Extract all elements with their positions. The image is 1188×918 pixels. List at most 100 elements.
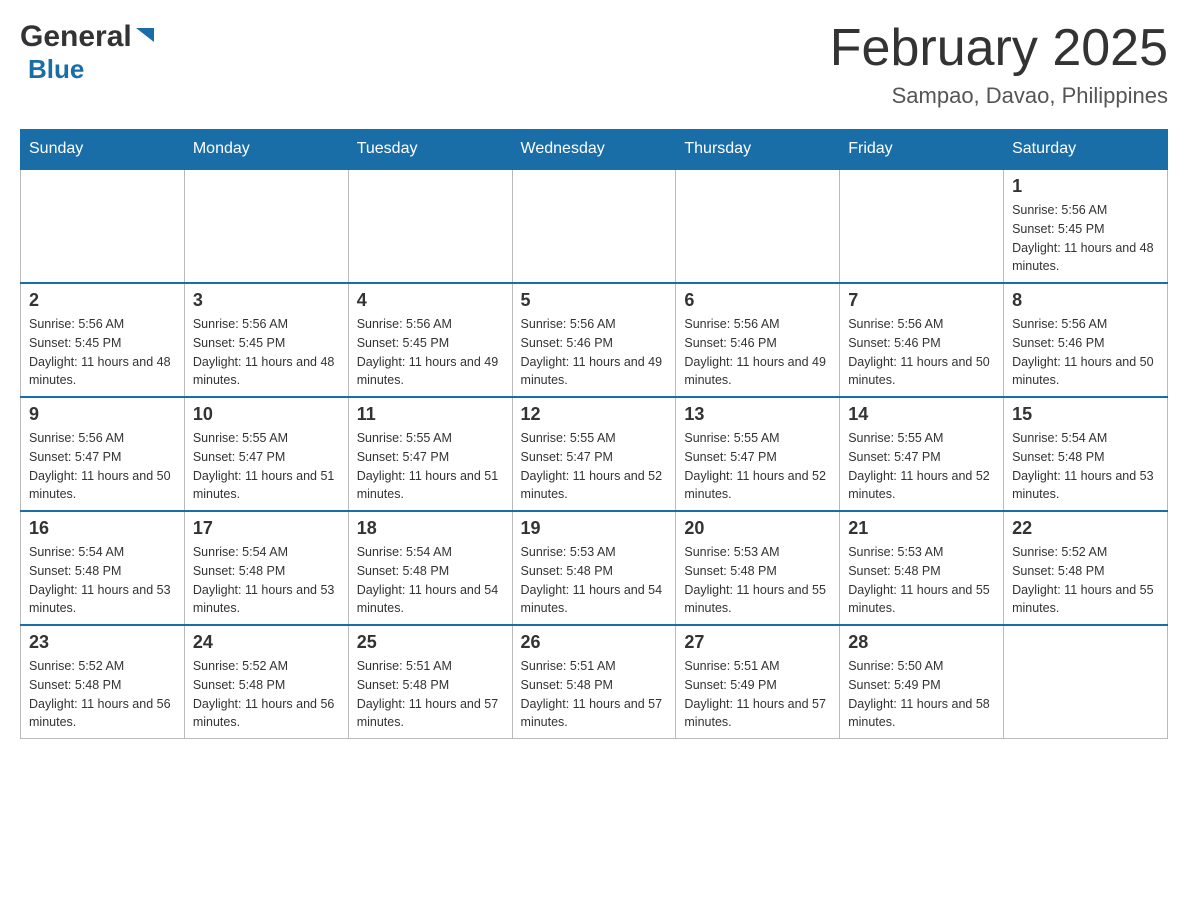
day-info: Sunrise: 5:53 AMSunset: 5:48 PMDaylight:…: [521, 543, 668, 618]
day-number: 16: [29, 518, 176, 539]
day-number: 10: [193, 404, 340, 425]
calendar-table: SundayMondayTuesdayWednesdayThursdayFrid…: [20, 129, 1168, 739]
calendar-day-cell: 25 Sunrise: 5:51 AMSunset: 5:48 PMDayligh…: [348, 625, 512, 739]
calendar-week-row: 2 Sunrise: 5:56 AMSunset: 5:45 PMDaylight…: [21, 283, 1168, 397]
day-info: Sunrise: 5:56 AMSunset: 5:45 PMDaylight:…: [357, 315, 504, 390]
day-info: Sunrise: 5:52 AMSunset: 5:48 PMDaylight:…: [29, 657, 176, 732]
calendar-week-row: 9 Sunrise: 5:56 AMSunset: 5:47 PMDaylight…: [21, 397, 1168, 511]
calendar-day-cell: 9 Sunrise: 5:56 AMSunset: 5:47 PMDaylight…: [21, 397, 185, 511]
calendar-day-header: Sunday: [21, 130, 185, 170]
day-number: 20: [684, 518, 831, 539]
calendar-day-header: Thursday: [676, 130, 840, 170]
day-info: Sunrise: 5:51 AMSunset: 5:48 PMDaylight:…: [521, 657, 668, 732]
day-number: 26: [521, 632, 668, 653]
calendar-day-cell: 12 Sunrise: 5:55 AMSunset: 5:47 PMDayligh…: [512, 397, 676, 511]
logo-blue-text: Blue: [28, 54, 84, 84]
day-info: Sunrise: 5:55 AMSunset: 5:47 PMDaylight:…: [193, 429, 340, 504]
day-number: 12: [521, 404, 668, 425]
calendar-day-cell: 22Sunrise: 5:52 AMSunset: 5:48 PMDayligh…: [1004, 511, 1168, 625]
day-number: 15: [1012, 404, 1159, 425]
day-number: 9: [29, 404, 176, 425]
calendar-day-cell: 21 Sunrise: 5:53 AMSunset: 5:48 PMDayligh…: [840, 511, 1004, 625]
calendar-day-cell: 11Sunrise: 5:55 AMSunset: 5:47 PMDayligh…: [348, 397, 512, 511]
day-info: Sunrise: 5:53 AMSunset: 5:48 PMDaylight:…: [848, 543, 995, 618]
logo-general-text: General: [20, 20, 132, 54]
calendar-day-header: Wednesday: [512, 130, 676, 170]
day-info: Sunrise: 5:52 AMSunset: 5:48 PMDaylight:…: [193, 657, 340, 732]
calendar-day-cell: 5Sunrise: 5:56 AMSunset: 5:46 PMDaylight…: [512, 283, 676, 397]
calendar-day-cell: 2 Sunrise: 5:56 AMSunset: 5:45 PMDaylight…: [21, 283, 185, 397]
calendar-week-row: 1 Sunrise: 5:56 AMSunset: 5:45 PMDaylight…: [21, 169, 1168, 283]
day-info: Sunrise: 5:56 AMSunset: 5:45 PMDaylight:…: [1012, 201, 1159, 276]
day-info: Sunrise: 5:51 AMSunset: 5:49 PMDaylight:…: [684, 657, 831, 732]
day-number: 5: [521, 290, 668, 311]
calendar-day-cell: 23 Sunrise: 5:52 AMSunset: 5:48 PMDayligh…: [21, 625, 185, 739]
day-info: Sunrise: 5:55 AMSunset: 5:47 PMDaylight:…: [848, 429, 995, 504]
calendar-day-cell: 27 Sunrise: 5:51 AMSunset: 5:49 PMDayligh…: [676, 625, 840, 739]
day-info: Sunrise: 5:50 AMSunset: 5:49 PMDaylight:…: [848, 657, 995, 732]
calendar-day-cell: 13 Sunrise: 5:55 AMSunset: 5:47 PMDayligh…: [676, 397, 840, 511]
day-info: Sunrise: 5:54 AMSunset: 5:48 PMDaylight:…: [193, 543, 340, 618]
day-number: 2: [29, 290, 176, 311]
calendar-day-cell: [840, 169, 1004, 283]
calendar-day-header: Saturday: [1004, 130, 1168, 170]
day-number: 13: [684, 404, 831, 425]
calendar-day-cell: 8 Sunrise: 5:56 AMSunset: 5:46 PMDaylight…: [1004, 283, 1168, 397]
calendar-day-cell: [676, 169, 840, 283]
day-info: Sunrise: 5:55 AMSunset: 5:47 PMDaylight:…: [357, 429, 504, 504]
calendar-day-cell: 4Sunrise: 5:56 AMSunset: 5:45 PMDaylight…: [348, 283, 512, 397]
calendar-day-cell: [348, 169, 512, 283]
day-info: Sunrise: 5:51 AMSunset: 5:48 PMDaylight:…: [357, 657, 504, 732]
day-info: Sunrise: 5:55 AMSunset: 5:47 PMDaylight:…: [684, 429, 831, 504]
calendar-day-cell: 26 Sunrise: 5:51 AMSunset: 5:48 PMDayligh…: [512, 625, 676, 739]
calendar-day-cell: [21, 169, 185, 283]
calendar-day-cell: [184, 169, 348, 283]
month-title: February 2025: [830, 20, 1168, 77]
day-number: 14: [848, 404, 995, 425]
calendar-week-row: 16 Sunrise: 5:54 AMSunset: 5:48 PMDayligh…: [21, 511, 1168, 625]
day-info: Sunrise: 5:56 AMSunset: 5:45 PMDaylight:…: [29, 315, 176, 390]
calendar-day-cell: 14 Sunrise: 5:55 AMSunset: 5:47 PMDayligh…: [840, 397, 1004, 511]
page-header: General Blue February 2025 Sampao, Davao…: [20, 20, 1168, 109]
day-info: Sunrise: 5:56 AMSunset: 5:46 PMDaylight:…: [684, 315, 831, 390]
day-info: Sunrise: 5:56 AMSunset: 5:45 PMDaylight:…: [193, 315, 340, 390]
day-number: 3: [193, 290, 340, 311]
day-number: 28: [848, 632, 995, 653]
calendar-day-cell: 19 Sunrise: 5:53 AMSunset: 5:48 PMDayligh…: [512, 511, 676, 625]
calendar-day-cell: 24 Sunrise: 5:52 AMSunset: 5:48 PMDayligh…: [184, 625, 348, 739]
calendar-day-cell: [1004, 625, 1168, 739]
calendar-day-header: Friday: [840, 130, 1004, 170]
day-number: 1: [1012, 176, 1159, 197]
calendar-day-cell: 17 Sunrise: 5:54 AMSunset: 5:48 PMDayligh…: [184, 511, 348, 625]
day-info: Sunrise: 5:56 AMSunset: 5:47 PMDaylight:…: [29, 429, 176, 504]
day-number: 6: [684, 290, 831, 311]
day-number: 17: [193, 518, 340, 539]
day-number: 7: [848, 290, 995, 311]
day-info: Sunrise: 5:56 AMSunset: 5:46 PMDaylight:…: [1012, 315, 1159, 390]
logo-arrow-icon: [134, 24, 156, 51]
day-info: Sunrise: 5:56 AMSunset: 5:46 PMDaylight:…: [848, 315, 995, 390]
day-number: 21: [848, 518, 995, 539]
day-number: 27: [684, 632, 831, 653]
location: Sampao, Davao, Philippines: [830, 83, 1168, 109]
day-info: Sunrise: 5:54 AMSunset: 5:48 PMDaylight:…: [1012, 429, 1159, 504]
calendar-day-cell: 18Sunrise: 5:54 AMSunset: 5:48 PMDayligh…: [348, 511, 512, 625]
calendar-day-header: Monday: [184, 130, 348, 170]
calendar-day-header: Tuesday: [348, 130, 512, 170]
calendar-day-cell: 15 Sunrise: 5:54 AMSunset: 5:48 PMDayligh…: [1004, 397, 1168, 511]
day-info: Sunrise: 5:53 AMSunset: 5:48 PMDaylight:…: [684, 543, 831, 618]
logo: General Blue: [20, 20, 156, 85]
calendar-week-row: 23 Sunrise: 5:52 AMSunset: 5:48 PMDayligh…: [21, 625, 1168, 739]
day-number: 8: [1012, 290, 1159, 311]
title-block: February 2025 Sampao, Davao, Philippines: [830, 20, 1168, 109]
day-number: 25: [357, 632, 504, 653]
calendar-day-cell: 20 Sunrise: 5:53 AMSunset: 5:48 PMDayligh…: [676, 511, 840, 625]
calendar-day-cell: [512, 169, 676, 283]
calendar-day-cell: 1 Sunrise: 5:56 AMSunset: 5:45 PMDaylight…: [1004, 169, 1168, 283]
calendar-day-cell: 10 Sunrise: 5:55 AMSunset: 5:47 PMDayligh…: [184, 397, 348, 511]
day-number: 23: [29, 632, 176, 653]
day-info: Sunrise: 5:55 AMSunset: 5:47 PMDaylight:…: [521, 429, 668, 504]
day-number: 22: [1012, 518, 1159, 539]
day-number: 24: [193, 632, 340, 653]
day-number: 19: [521, 518, 668, 539]
